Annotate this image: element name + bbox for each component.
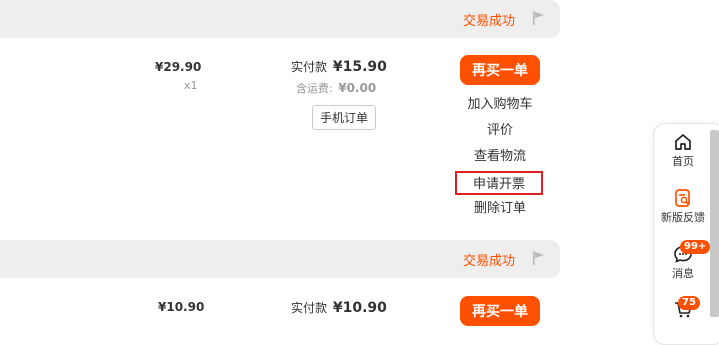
view-logistics-link[interactable]: 查看物流 <box>460 148 540 166</box>
sidebar-item-label: 新版反馈 <box>661 211 705 224</box>
delete-order-link[interactable]: 删除订单 <box>460 200 540 218</box>
item-price: ¥10.90 <box>158 300 205 314</box>
item-price: ¥29.90 <box>155 60 202 74</box>
shipping-amount: ¥0.00 <box>338 81 377 95</box>
home-icon <box>675 134 691 150</box>
paid-row: 实付款 ¥10.90 <box>291 299 387 316</box>
request-invoice-link[interactable]: 申请开票 <box>455 171 543 195</box>
sidebar-item-label: 首页 <box>672 155 694 168</box>
paid-amount: ¥15.90 <box>332 59 387 75</box>
sidebar-item-messages[interactable]: 消息 99+ <box>654 240 712 281</box>
paid-row: 实付款 ¥15.90 <box>291 58 387 75</box>
rebuy-button[interactable]: 再买一单 <box>460 296 540 326</box>
order-header: 交易成功 <box>0 0 560 38</box>
item-quantity: x1 <box>184 79 198 92</box>
sidebar-item-label: 消息 <box>672 267 694 280</box>
order-status: 交易成功 <box>462 14 515 29</box>
shipping-row: 含运费: ¥0.00 <box>296 80 376 96</box>
message-count-badge: 99+ <box>680 240 711 254</box>
paid-amount: ¥10.90 <box>332 300 387 316</box>
sidebar-item-home[interactable]: 首页 <box>654 132 712 169</box>
order-header: 交易成功 <box>0 240 560 278</box>
scrollbar-thumb[interactable] <box>710 130 719 317</box>
review-link[interactable]: 评价 <box>460 122 540 140</box>
shipping-label: 含运费: <box>296 82 333 95</box>
paid-label: 实付款 <box>291 60 328 74</box>
feedback-icon <box>675 189 690 207</box>
flag-icon[interactable] <box>532 250 546 266</box>
rebuy-button[interactable]: 再买一单 <box>460 55 540 85</box>
paid-label: 实付款 <box>291 301 328 315</box>
sidebar-item-cart[interactable]: 75 <box>654 296 712 320</box>
flag-icon[interactable] <box>532 10 546 26</box>
cart-count-badge: 75 <box>678 296 700 310</box>
sidebar-item-feedback[interactable]: 新版反馈 <box>654 188 712 225</box>
order-status: 交易成功 <box>462 254 515 269</box>
add-to-cart-link[interactable]: 加入购物车 <box>460 96 540 114</box>
mobile-order-tag: 手机订单 <box>312 105 377 130</box>
